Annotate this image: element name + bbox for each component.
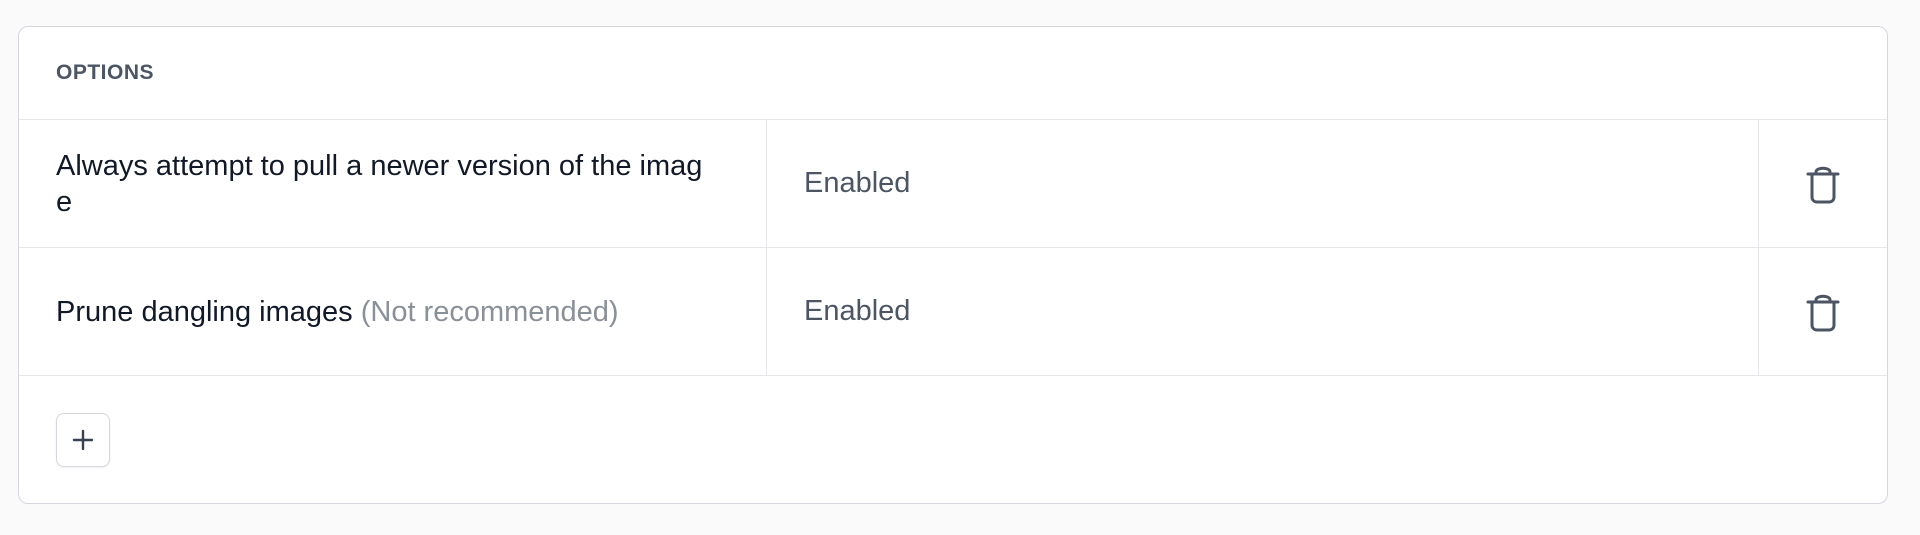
option-note: (Not recommended)	[360, 295, 619, 328]
options-footer	[19, 376, 1887, 503]
delete-option-button[interactable]	[1797, 158, 1849, 210]
options-title: OPTIONS	[56, 61, 155, 84]
options-header: OPTIONS	[19, 27, 1887, 120]
option-name-cell: Prune dangling images (Not recommended)	[19, 248, 767, 375]
option-action-cell	[1759, 248, 1887, 375]
option-value: Enabled	[804, 295, 911, 327]
option-value: Enabled	[804, 167, 911, 199]
option-name-text: Always attempt to pull a newer version o…	[56, 149, 703, 218]
trash-icon	[1806, 166, 1840, 203]
option-row: Always attempt to pull a newer version o…	[19, 120, 1887, 248]
option-name-cell: Always attempt to pull a newer version o…	[19, 120, 767, 247]
option-row: Prune dangling images (Not recommended) …	[19, 248, 1887, 376]
option-name: Prune dangling images (Not recommended)	[56, 294, 619, 330]
delete-option-button[interactable]	[1797, 286, 1849, 338]
add-option-button[interactable]	[56, 412, 110, 467]
option-name: Always attempt to pull a newer version o…	[56, 148, 716, 220]
option-name-text: Prune dangling images	[56, 295, 353, 328]
trash-icon	[1806, 294, 1840, 331]
option-value-cell[interactable]: Enabled	[767, 248, 1759, 375]
option-value-cell[interactable]: Enabled	[767, 120, 1759, 247]
option-action-cell	[1759, 120, 1887, 247]
plus-icon	[72, 429, 94, 450]
options-card: OPTIONS Always attempt to pull a newer v…	[18, 26, 1888, 504]
